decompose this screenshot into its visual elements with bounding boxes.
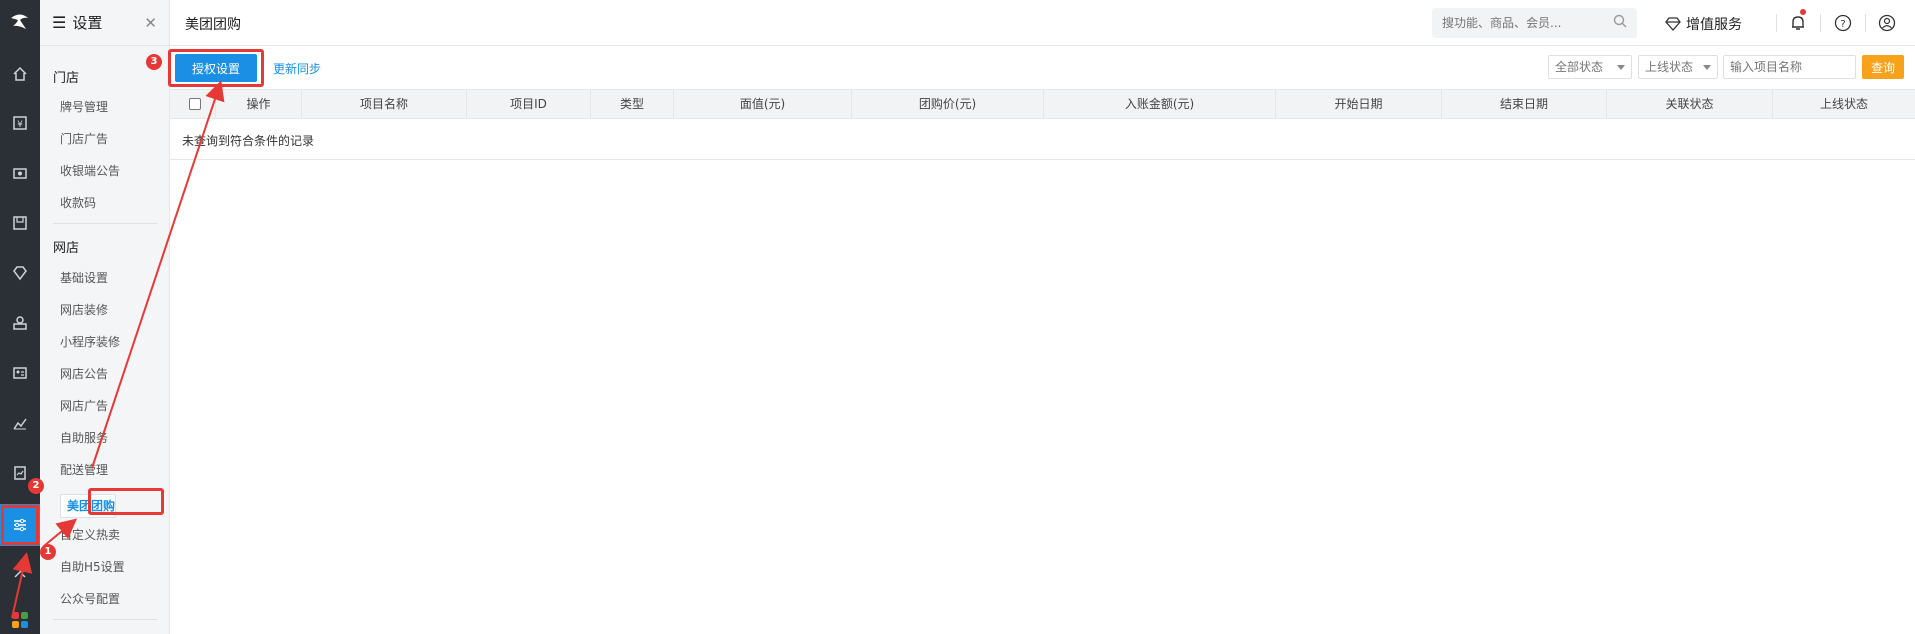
- sidebar-item-official-account[interactable]: 公众号配置: [60, 590, 120, 607]
- search-input[interactable]: [1432, 8, 1637, 38]
- home-icon[interactable]: [0, 54, 40, 94]
- value-added-service-label: 增值服务: [1686, 17, 1742, 33]
- sidebar-item-h5[interactable]: 自助H5设置: [60, 558, 125, 575]
- annotation-badge-1: 1: [40, 544, 56, 560]
- status-select[interactable]: 全部状态: [1548, 55, 1632, 79]
- col-action: 操作: [216, 90, 302, 118]
- diamond-icon: [1665, 17, 1681, 31]
- divider: [53, 223, 157, 224]
- svg-text:?: ?: [1840, 19, 1845, 30]
- app-rail: ¥: [0, 0, 40, 634]
- annotation-badge-3: 3: [146, 54, 162, 70]
- chevron-down-icon: [1617, 65, 1625, 70]
- group-store-label: 门店: [53, 71, 80, 86]
- empty-state-text: 未查询到符合条件的记录: [182, 134, 315, 148]
- divider: [53, 619, 157, 620]
- sidebar-item-delivery[interactable]: 配送管理: [60, 461, 108, 478]
- table-header: 操作 项目名称 项目ID 类型 面值(元) 团购价(元) 入账金额(元) 开始日…: [170, 89, 1915, 119]
- sidebar-item-store-ad[interactable]: 门店广告: [60, 130, 108, 147]
- close-icon[interactable]: ✕: [144, 14, 157, 32]
- report-chart-icon[interactable]: [0, 403, 40, 443]
- sidebar-header: ☰ 设置 ✕: [40, 0, 169, 46]
- project-name-input[interactable]: [1723, 55, 1856, 79]
- notification-dot: [1800, 9, 1806, 15]
- annotation-badge-2: 2: [28, 478, 44, 494]
- query-button[interactable]: 查询: [1862, 55, 1904, 79]
- sidebar-item-self-service[interactable]: 自助服务: [60, 429, 108, 446]
- page-title: 美团团购: [185, 17, 241, 33]
- sidebar-title: 设置: [72, 14, 103, 32]
- cashier-icon[interactable]: ¥: [0, 103, 40, 143]
- sidebar-item-payment-code[interactable]: 收款码: [60, 194, 96, 211]
- sidebar-item-online-ad[interactable]: 网店广告: [60, 397, 108, 414]
- col-settle-amount: 入账金额(元): [1044, 90, 1276, 118]
- help-icon[interactable]: ?: [1832, 12, 1854, 34]
- id-card-icon[interactable]: [0, 353, 40, 393]
- top-header: 美团团购 增值服务 ?: [170, 0, 1915, 46]
- divider: [1820, 14, 1821, 32]
- settings-sliders-icon[interactable]: [0, 504, 40, 546]
- sync-update-link[interactable]: 更新同步: [273, 60, 321, 77]
- col-project-name: 项目名称: [302, 90, 467, 118]
- user-account-icon[interactable]: [1876, 12, 1898, 34]
- settings-menu-icon: ☰: [52, 13, 67, 32]
- sidebar-item-cashier-notice[interactable]: 收银端公告: [60, 162, 120, 179]
- member-icon[interactable]: [0, 303, 40, 343]
- select-all-cell: [170, 90, 216, 118]
- highlight-box-meituan: [88, 488, 164, 515]
- col-project-id: 项目ID: [467, 90, 591, 118]
- sidebar-item-basic[interactable]: 基础设置: [60, 269, 108, 286]
- diamond-icon[interactable]: [0, 253, 40, 293]
- goods-icon[interactable]: [0, 203, 40, 243]
- select-all-checkbox[interactable]: [189, 98, 201, 110]
- svg-text:¥: ¥: [17, 120, 23, 130]
- online-status-select-value: 上线状态: [1645, 60, 1694, 74]
- auth-settings-button[interactable]: 授权设置: [175, 54, 257, 82]
- status-select-value: 全部状态: [1555, 60, 1604, 74]
- notification-bell-icon[interactable]: [1787, 12, 1809, 34]
- value-added-service-button[interactable]: 增值服务: [1664, 14, 1742, 34]
- col-face-value: 面值(元): [674, 90, 852, 118]
- sidebar-item-hot-sale[interactable]: 自定义热卖: [60, 526, 120, 543]
- chevron-down-icon: [1703, 65, 1711, 70]
- sidebar-item-brand[interactable]: 牌号管理: [60, 98, 108, 115]
- wallet-icon[interactable]: [0, 153, 40, 193]
- divider: [170, 159, 1915, 160]
- col-end-date: 结束日期: [1442, 90, 1607, 118]
- brand-logo-icon[interactable]: [0, 0, 40, 44]
- col-start-date: 开始日期: [1276, 90, 1442, 118]
- group-online-store-label: 网店: [53, 241, 80, 256]
- sidebar-item-decoration[interactable]: 网店装修: [60, 301, 108, 318]
- col-type: 类型: [591, 90, 674, 118]
- tools-icon[interactable]: [0, 552, 40, 592]
- divider: [1865, 14, 1866, 32]
- sidebar-item-notice[interactable]: 网店公告: [60, 365, 108, 382]
- toolbar: 授权设置 更新同步 全部状态 上线状态 查询: [168, 47, 1915, 89]
- search-icon[interactable]: [1613, 14, 1627, 28]
- apps-grid-icon[interactable]: [12, 612, 28, 628]
- col-online-status: 上线状态: [1819, 97, 1868, 111]
- divider: [1776, 14, 1777, 32]
- sidebar-item-miniprogram[interactable]: 小程序装修: [60, 333, 120, 350]
- col-link-status: 关联状态: [1607, 90, 1773, 118]
- settings-sidebar: ☰ 设置 ✕ 门店 牌号管理 门店广告 收银端公告 收款码 网店 基础设置 网店…: [40, 0, 170, 634]
- online-status-select[interactable]: 上线状态: [1638, 55, 1718, 79]
- col-group-price: 团购价(元): [852, 90, 1044, 118]
